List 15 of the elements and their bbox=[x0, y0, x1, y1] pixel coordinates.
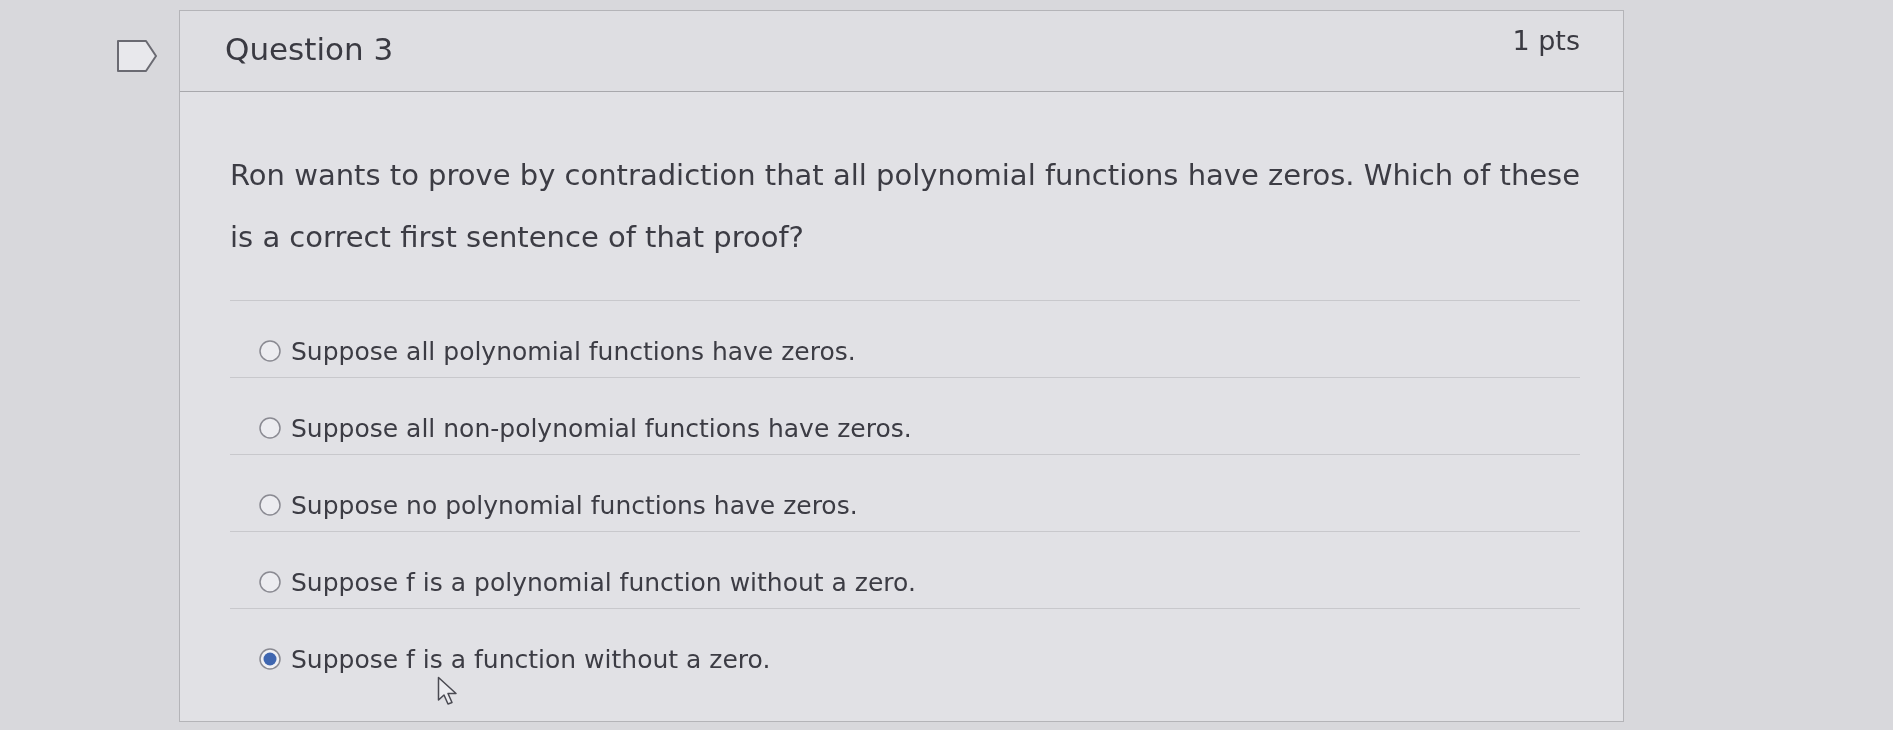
radio-button[interactable] bbox=[259, 648, 281, 670]
answer-option-label[interactable]: Suppose f is a function without a zero. bbox=[291, 644, 771, 674]
question-title: Question 3 bbox=[225, 31, 394, 67]
answer-option-label[interactable]: Suppose all polynomial functions have zeros. bbox=[291, 336, 856, 366]
points-label: 1 pts bbox=[1512, 25, 1580, 56]
mouse-pointer-icon bbox=[437, 676, 459, 706]
answer-option-label[interactable]: Suppose no polynomial functions have zeros. bbox=[291, 490, 858, 520]
radio-button[interactable] bbox=[259, 417, 281, 439]
answer-option-label[interactable]: Suppose all non-polynomial functions have zeros. bbox=[291, 413, 912, 443]
radio-button[interactable] bbox=[259, 571, 281, 593]
question-text: Ron wants to prove by contradiction that all polynomial functions have zeros. Which of these is a correct first sentence of that proof? bbox=[230, 157, 1582, 256]
answer-option-label[interactable]: Suppose f is a polynomial function without a zero. bbox=[291, 567, 916, 597]
radio-button[interactable] bbox=[259, 340, 281, 362]
radio-button[interactable] bbox=[259, 494, 281, 516]
flag-icon[interactable] bbox=[117, 40, 157, 72]
